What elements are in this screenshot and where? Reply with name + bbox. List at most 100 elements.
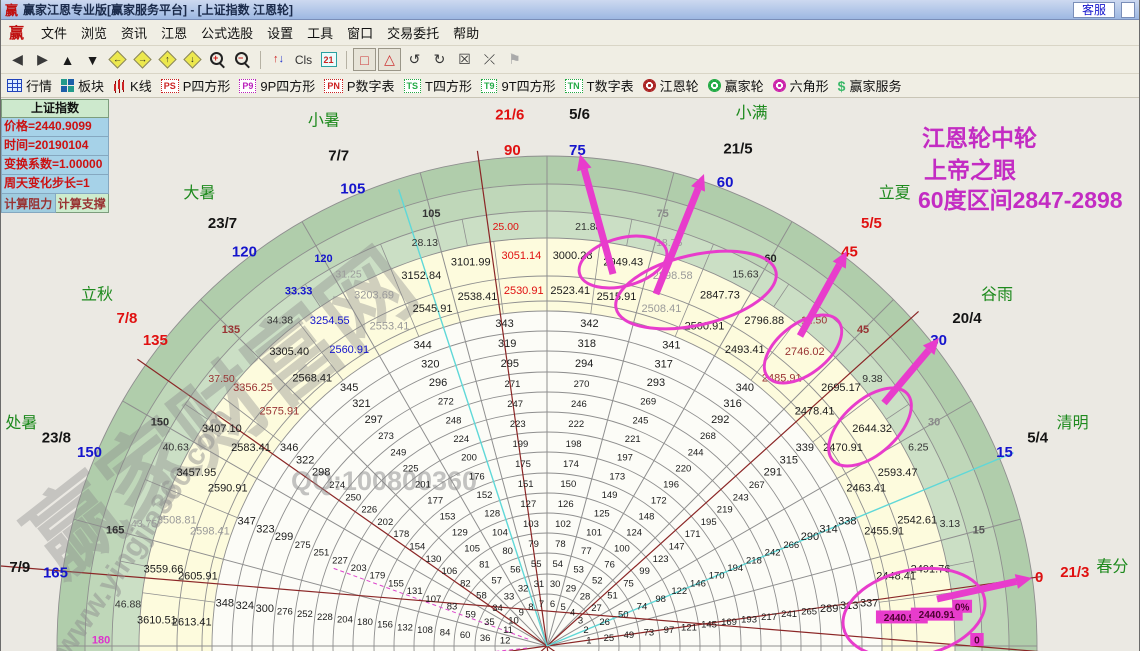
updown-icon[interactable]: ↑ ↓ bbox=[267, 48, 290, 71]
funcbar-gann-wheel[interactable]: 江恩轮 bbox=[642, 76, 699, 95]
app-logo-icon: 赢 bbox=[5, 3, 19, 18]
pan-down-icon[interactable]: ↓ bbox=[181, 48, 204, 71]
funcbar-p-square[interactable]: PS P四方形 bbox=[160, 76, 230, 95]
nav-left-icon[interactable]: ◀ bbox=[6, 48, 29, 71]
app-window: 赢 赢家江恩专业版[赢家服务平台] - [上证指数 江恩轮] 客服 赢 文件 浏览… bbox=[0, 0, 1140, 651]
svg-text:276: 276 bbox=[277, 606, 293, 617]
svg-text:79: 79 bbox=[528, 539, 539, 550]
menu-settings[interactable]: 设置 bbox=[260, 20, 300, 45]
svg-text:28.13: 28.13 bbox=[412, 237, 438, 249]
zoom-out-icon[interactable]: − bbox=[231, 48, 254, 71]
svg-text:123: 123 bbox=[653, 554, 669, 565]
svg-text:152: 152 bbox=[477, 490, 493, 501]
svg-text:7: 7 bbox=[539, 599, 544, 610]
funcbar-winner-service[interactable]: $ 赢家服务 bbox=[838, 76, 902, 95]
cls-button[interactable]: Cls bbox=[292, 48, 315, 71]
svg-text:3203.69: 3203.69 bbox=[354, 289, 394, 301]
funcbar-quote[interactable]: 行情 bbox=[7, 76, 52, 95]
svg-text:46.88: 46.88 bbox=[115, 599, 141, 611]
svg-text:222: 222 bbox=[568, 419, 584, 430]
svg-text:247: 247 bbox=[507, 399, 523, 410]
svg-text:40.63: 40.63 bbox=[163, 442, 189, 454]
rotate-cw-icon[interactable]: ↻ bbox=[428, 48, 451, 71]
svg-text:6.25: 6.25 bbox=[908, 442, 929, 454]
svg-text:126: 126 bbox=[558, 499, 574, 510]
menu-gann[interactable]: 江恩 bbox=[154, 20, 194, 45]
menu-news[interactable]: 资讯 bbox=[114, 20, 154, 45]
svg-text:204: 204 bbox=[337, 614, 353, 625]
svg-text:150: 150 bbox=[77, 444, 102, 461]
svg-text:2644.32: 2644.32 bbox=[852, 423, 892, 435]
svg-text:324: 324 bbox=[236, 600, 254, 612]
svg-text:2746.02: 2746.02 bbox=[785, 346, 825, 358]
calc-resistance-button[interactable]: 计算阻力 bbox=[1, 194, 56, 213]
svg-text:317: 317 bbox=[654, 358, 672, 370]
rotate-down-icon[interactable]: ▼ bbox=[81, 48, 104, 71]
svg-text:97: 97 bbox=[664, 625, 675, 636]
svg-text:2478.41: 2478.41 bbox=[795, 405, 835, 417]
menu-file[interactable]: 文件 bbox=[34, 20, 74, 45]
menu-browse[interactable]: 浏览 bbox=[74, 20, 114, 45]
calendar-icon[interactable]: 21 bbox=[317, 48, 340, 71]
customer-service-button[interactable]: 客服 bbox=[1072, 1, 1115, 18]
funcbar-9t-square[interactable]: T9 9T四方形 bbox=[480, 76, 556, 95]
pan-left-icon[interactable]: ← bbox=[106, 48, 129, 71]
truncated-button[interactable] bbox=[1121, 1, 1135, 18]
svg-text:55: 55 bbox=[531, 559, 542, 570]
menu-formula-stock-pick[interactable]: 公式选股 bbox=[194, 20, 260, 45]
draw-triangle-icon[interactable]: △ bbox=[378, 48, 401, 71]
svg-text:60: 60 bbox=[460, 630, 471, 641]
svg-text:处暑: 处暑 bbox=[5, 414, 37, 432]
flag-icon[interactable]: ⚑ bbox=[503, 48, 526, 71]
gann-wheel-svg[interactable]: 赢家财富网www.yingjia360.com QQ:10080036012345… bbox=[1, 98, 1140, 651]
9p-square-icon: P9 bbox=[239, 78, 257, 93]
svg-text:241: 241 bbox=[781, 609, 797, 620]
svg-text:34: 34 bbox=[492, 603, 503, 614]
funcbar-t-table[interactable]: TN T数字表 bbox=[564, 76, 634, 95]
funcbar-hexagon[interactable]: 六角形 bbox=[772, 76, 829, 95]
svg-text:291: 291 bbox=[764, 467, 782, 479]
winner-service-label: 赢家服务 bbox=[849, 79, 902, 94]
nav-right-icon[interactable]: ▶ bbox=[31, 48, 54, 71]
svg-text:224: 224 bbox=[453, 434, 469, 445]
svg-text:226: 226 bbox=[361, 505, 377, 516]
svg-text:340: 340 bbox=[736, 382, 754, 394]
svg-text:194: 194 bbox=[727, 563, 743, 574]
funcbar-winner-wheel[interactable]: 赢家轮 bbox=[707, 76, 764, 95]
svg-text:149: 149 bbox=[602, 490, 618, 501]
funcbar-p-table[interactable]: PN P数字表 bbox=[324, 76, 395, 95]
quote-icon bbox=[7, 79, 22, 92]
funcbar-t-square[interactable]: TS T四方形 bbox=[403, 76, 472, 95]
menu-window[interactable]: 窗口 bbox=[340, 20, 380, 45]
menu-help[interactable]: 帮助 bbox=[446, 20, 486, 45]
svg-text:32: 32 bbox=[518, 583, 529, 594]
funcbar-kline[interactable]: K线 bbox=[113, 76, 152, 95]
box-x-icon[interactable]: ☒ bbox=[453, 48, 476, 71]
pan-right-icon[interactable]: → bbox=[131, 48, 154, 71]
svg-text:273: 273 bbox=[378, 431, 394, 442]
svg-text:3610.51: 3610.51 bbox=[137, 614, 177, 626]
hexagon-icon bbox=[772, 79, 786, 92]
svg-text:4: 4 bbox=[570, 608, 575, 619]
svg-text:11: 11 bbox=[503, 625, 513, 636]
svg-text:177: 177 bbox=[427, 495, 443, 506]
svg-text:180: 180 bbox=[92, 635, 110, 647]
svg-text:315: 315 bbox=[780, 454, 798, 466]
menu-tools[interactable]: 工具 bbox=[300, 20, 340, 45]
svg-text:193: 193 bbox=[741, 614, 757, 625]
svg-text:130: 130 bbox=[425, 554, 441, 565]
rotate-ccw-icon[interactable]: ↺ bbox=[403, 48, 426, 71]
rotate-up-icon[interactable]: ▲ bbox=[56, 48, 79, 71]
draw-rect-icon[interactable]: □ bbox=[353, 48, 376, 71]
pan-up-icon[interactable]: ↑ bbox=[156, 48, 179, 71]
center-cross-icon[interactable]: ⤫ bbox=[478, 48, 501, 71]
funcbar-9p-square[interactable]: P9 9P四方形 bbox=[239, 76, 315, 95]
svg-text:339: 339 bbox=[796, 442, 814, 454]
funcbar-sector[interactable]: 板块 bbox=[61, 76, 104, 95]
svg-text:3559.66: 3559.66 bbox=[144, 564, 184, 576]
svg-text:2613.41: 2613.41 bbox=[172, 617, 212, 629]
zoom-in-icon[interactable]: + bbox=[206, 48, 229, 71]
svg-text:197: 197 bbox=[617, 453, 633, 464]
calc-support-button[interactable]: 计算支撑 bbox=[55, 194, 109, 213]
menu-trade-entrust[interactable]: 交易委托 bbox=[380, 20, 446, 45]
